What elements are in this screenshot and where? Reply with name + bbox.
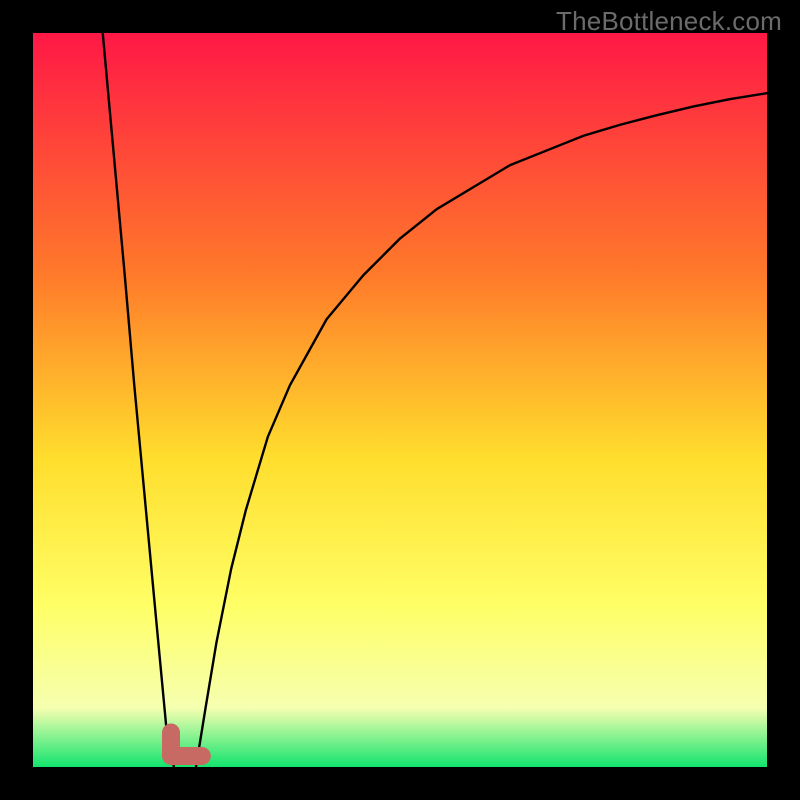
watermark-text: TheBottleneck.com bbox=[556, 6, 782, 37]
chart-svg bbox=[33, 33, 767, 767]
chart-frame: TheBottleneck.com bbox=[0, 0, 800, 800]
plot-area bbox=[33, 33, 767, 767]
gradient-background bbox=[33, 33, 767, 767]
